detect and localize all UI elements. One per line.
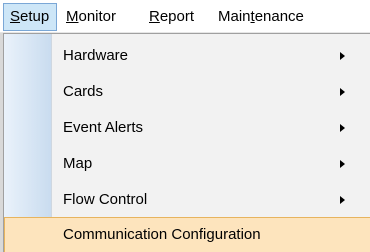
menu-monitor[interactable]: Monitor — [60, 3, 140, 31]
menu-item-label: Flow Control — [63, 191, 148, 208]
setup-dropdown-menu: Hardware Cards Event Alerts Map Flow Con… — [3, 33, 370, 252]
menu-item-communication-configuration[interactable]: Communication Configuration — [4, 217, 370, 252]
app-window: Setup Monitor Report Maintenance Hardwar… — [0, 0, 370, 252]
menu-setup[interactable]: Setup — [3, 3, 57, 31]
menu-item-event-alerts[interactable]: Event Alerts — [4, 110, 370, 146]
menu-item-hardware[interactable]: Hardware — [4, 38, 370, 74]
menu-item-map[interactable]: Map — [4, 146, 370, 182]
submenu-arrow-icon — [340, 52, 345, 60]
menu-item-label: Hardware — [63, 47, 129, 64]
menu-item-flow-control[interactable]: Flow Control — [4, 182, 370, 218]
menu-bar: Setup Monitor Report Maintenance — [0, 0, 370, 33]
submenu-arrow-icon — [340, 160, 345, 168]
menu-item-cards[interactable]: Cards — [4, 74, 370, 110]
menu-report[interactable]: Report — [143, 3, 209, 31]
submenu-arrow-icon — [340, 196, 345, 204]
menu-item-label: Event Alerts — [63, 119, 144, 136]
submenu-arrow-icon — [340, 88, 345, 96]
menu-item-label: Map — [63, 155, 93, 172]
menu-maintenance[interactable]: Maintenance — [212, 3, 370, 31]
menu-item-label: Cards — [63, 83, 104, 100]
menu-item-label: Communication Configuration — [63, 226, 261, 243]
submenu-arrow-icon — [340, 124, 345, 132]
